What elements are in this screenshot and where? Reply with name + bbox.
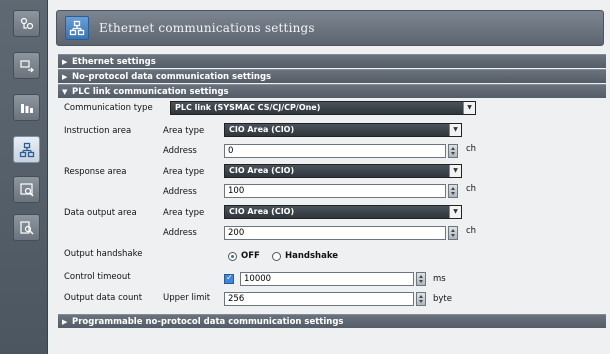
data-output-area-type-select[interactable]: CIO Area (CIO) ▼	[224, 205, 462, 219]
instruction-area-type-value: CIO Area (CIO)	[229, 125, 295, 134]
transfer-tool-button[interactable]	[13, 52, 40, 79]
ethernet-icon	[65, 16, 89, 40]
monitor-tool-icon	[19, 182, 33, 196]
instruction-area-type-label: Area type	[163, 126, 205, 136]
page-title: Ethernet communications settings	[99, 21, 315, 35]
chevron-down-icon: ▼	[449, 206, 461, 218]
response-area-type-select[interactable]: CIO Area (CIO) ▼	[224, 164, 462, 178]
section-label: Ethernet settings	[72, 57, 156, 67]
title-bar: Ethernet communications settings	[56, 10, 604, 46]
monitor-tool-button[interactable]	[13, 176, 40, 203]
search-tool-button[interactable]	[13, 214, 40, 241]
instruction-address-stepper[interactable]	[448, 144, 458, 158]
data-output-address-unit: ch	[466, 226, 477, 236]
control-timeout-checkbox[interactable]	[224, 273, 234, 284]
response-address-stepper[interactable]	[448, 184, 458, 198]
instruction-area-label: Instruction area	[64, 126, 132, 136]
communication-type-select[interactable]: PLC link (SYSMAC CS/CJ/CP/One) ▼	[170, 101, 476, 115]
io-tool-icon	[20, 103, 33, 113]
output-handshake-label: Output handshake	[64, 249, 143, 259]
response-area-type-label: Area type	[163, 167, 205, 177]
data-output-address-stepper[interactable]	[448, 226, 458, 240]
chevron-down-icon: ▼	[449, 124, 461, 136]
expand-arrow-icon: ▶	[62, 58, 68, 66]
handshake-on-label: Handshake	[285, 251, 339, 261]
network-tool-button[interactable]	[13, 10, 40, 37]
section-plc-link-settings[interactable]: ▼ PLC link communication settings	[58, 84, 606, 98]
section-label: Programmable no-protocol data communicat…	[72, 317, 344, 327]
control-timeout-unit: ms	[433, 274, 446, 284]
search-tool-icon	[19, 220, 33, 234]
section-ethernet-settings[interactable]: ▶ Ethernet settings	[58, 54, 606, 68]
expand-arrow-icon: ▶	[62, 318, 68, 326]
instruction-address-input[interactable]: 0	[224, 144, 446, 158]
network-tool-icon	[20, 17, 33, 29]
upper-limit-unit: byte	[433, 294, 452, 304]
data-output-address-label: Address	[163, 228, 197, 238]
expand-arrow-icon: ▶	[62, 73, 68, 81]
section-label: PLC link communication settings	[72, 87, 229, 97]
section-programmable-settings[interactable]: ▶ Programmable no-protocol data communica…	[58, 314, 606, 328]
response-address-label: Address	[163, 187, 197, 197]
chevron-down-icon: ▼	[463, 102, 475, 114]
section-label: No-protocol data communication settings	[72, 72, 272, 82]
ethernet-tool-icon	[19, 142, 34, 157]
instruction-address-label: Address	[163, 146, 197, 156]
response-address-input[interactable]: 100	[224, 184, 446, 198]
transfer-tool-icon	[19, 59, 34, 72]
data-output-area-label: Data output area	[64, 208, 137, 218]
instruction-area-type-select[interactable]: CIO Area (CIO) ▼	[224, 123, 462, 137]
upper-limit-input[interactable]: 256	[224, 292, 414, 306]
communication-type-label: Communication type	[64, 103, 153, 113]
control-timeout-input[interactable]: 10000	[240, 272, 414, 286]
response-area-label: Response area	[64, 167, 127, 177]
instruction-address-unit: ch	[466, 144, 477, 154]
response-area-type-value: CIO Area (CIO)	[229, 166, 295, 175]
io-tool-button[interactable]	[13, 94, 40, 121]
upper-limit-stepper[interactable]	[416, 292, 426, 306]
control-timeout-label: Control timeout	[64, 272, 131, 282]
chevron-down-icon: ▼	[449, 165, 461, 177]
data-output-area-type-label: Area type	[163, 208, 205, 218]
ethernet-tool-button[interactable]	[13, 136, 40, 163]
handshake-on-radio[interactable]	[272, 252, 281, 261]
data-output-area-type-value: CIO Area (CIO)	[229, 207, 295, 216]
communication-type-value: PLC link (SYSMAC CS/CJ/CP/One)	[175, 103, 321, 112]
output-data-count-label: Output data count	[64, 293, 143, 303]
left-toolbar	[0, 0, 48, 354]
handshake-off-radio[interactable]	[228, 252, 237, 261]
data-output-address-input[interactable]: 200	[224, 226, 446, 240]
handshake-off-label: OFF	[241, 251, 260, 261]
collapse-arrow-icon: ▼	[62, 88, 68, 96]
section-no-protocol-settings[interactable]: ▶ No-protocol data communication settings	[58, 69, 606, 83]
control-timeout-stepper[interactable]	[416, 272, 426, 286]
response-address-unit: ch	[466, 184, 477, 194]
upper-limit-label: Upper limit	[163, 293, 211, 303]
